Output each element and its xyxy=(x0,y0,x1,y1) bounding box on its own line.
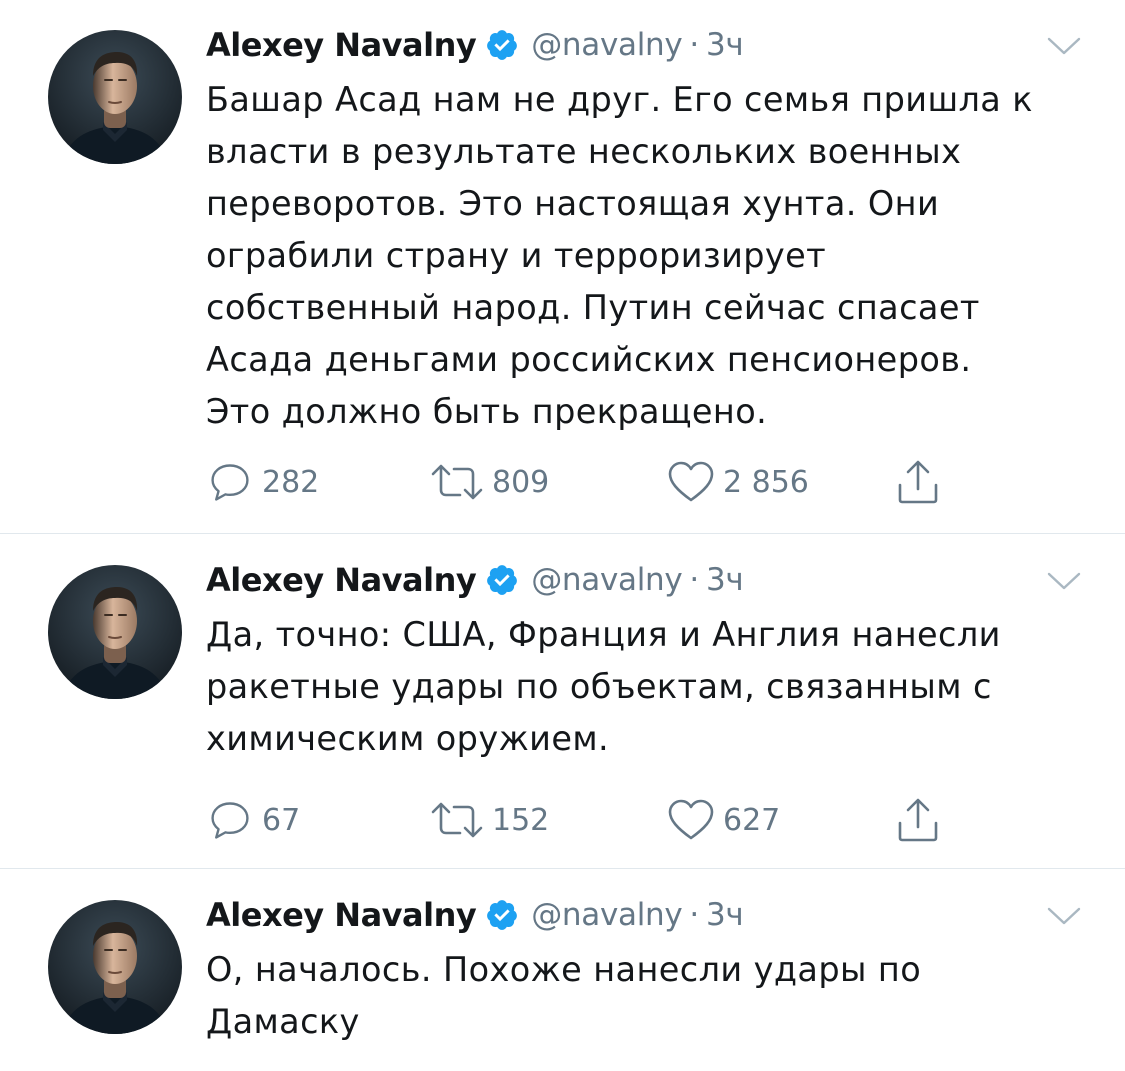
like-button[interactable]: 627 xyxy=(667,796,780,844)
share-button[interactable] xyxy=(896,796,940,844)
retweet-button[interactable]: 152 xyxy=(430,796,549,844)
chevron-down-icon[interactable] xyxy=(1045,904,1083,928)
timestamp[interactable]: 3ч xyxy=(706,27,744,63)
tweet-text: О, началось. Похоже нанесли удары по Дам… xyxy=(206,950,922,1041)
tweet[interactable]: Alexey Navalny @navalny · 3ч О, началось… xyxy=(0,870,1125,1071)
author-handle[interactable]: @navalny xyxy=(531,562,683,598)
tweet-text: Да, точно: США, Франция и Англия нанесли… xyxy=(206,615,1001,758)
author-name[interactable]: Alexey Navalny xyxy=(206,561,477,599)
retweet-button[interactable]: 809 xyxy=(430,458,549,506)
tweet-header: Alexey Navalny @navalny · 3ч xyxy=(206,557,744,603)
chevron-down-icon[interactable] xyxy=(1045,34,1083,58)
author-name[interactable]: Alexey Navalny xyxy=(206,26,477,64)
reply-button[interactable]: 282 xyxy=(206,458,319,506)
like-count: 2 856 xyxy=(723,464,809,500)
timestamp[interactable]: 3ч xyxy=(706,562,744,598)
chevron-down-icon[interactable] xyxy=(1045,569,1083,593)
separator: · xyxy=(689,897,699,933)
verified-badge-icon xyxy=(485,898,519,932)
avatar[interactable] xyxy=(48,900,182,1034)
tweet-actions: 67 152 627 xyxy=(206,796,966,844)
retweet-count: 152 xyxy=(492,802,550,838)
verified-badge-icon xyxy=(485,28,519,62)
verified-badge-icon xyxy=(485,563,519,597)
heart-icon xyxy=(667,798,715,842)
tweet[interactable]: Alexey Navalny @navalny · 3ч Да, точно: … xyxy=(0,535,1125,869)
tweet-text: Башар Асад нам не друг. Его семья пришла… xyxy=(206,80,1033,431)
share-icon xyxy=(896,797,940,843)
tweet-header: Alexey Navalny @navalny · 3ч xyxy=(206,892,744,938)
author-handle[interactable]: @navalny xyxy=(531,897,683,933)
retweet-icon xyxy=(430,800,484,840)
avatar[interactable] xyxy=(48,565,182,699)
retweet-icon xyxy=(430,462,484,502)
avatar[interactable] xyxy=(48,30,182,164)
tweet-actions: 282 809 2 856 xyxy=(206,458,966,506)
author-name[interactable]: Alexey Navalny xyxy=(206,896,477,934)
like-count: 627 xyxy=(723,802,781,838)
reply-icon xyxy=(206,798,254,842)
timestamp[interactable]: 3ч xyxy=(706,897,744,933)
reply-button[interactable]: 67 xyxy=(206,796,300,844)
retweet-count: 809 xyxy=(492,464,550,500)
share-button[interactable] xyxy=(896,458,940,506)
reply-count: 282 xyxy=(262,464,320,500)
author-handle[interactable]: @navalny xyxy=(531,27,683,63)
tweet-header: Alexey Navalny @navalny · 3ч xyxy=(206,22,744,68)
heart-icon xyxy=(667,460,715,504)
reply-count: 67 xyxy=(262,802,301,838)
share-icon xyxy=(896,459,940,505)
tweet[interactable]: Alexey Navalny @navalny · 3ч Башар Асад … xyxy=(0,0,1125,534)
like-button[interactable]: 2 856 xyxy=(667,458,809,506)
separator: · xyxy=(689,562,699,598)
reply-icon xyxy=(206,460,254,504)
separator: · xyxy=(689,27,699,63)
